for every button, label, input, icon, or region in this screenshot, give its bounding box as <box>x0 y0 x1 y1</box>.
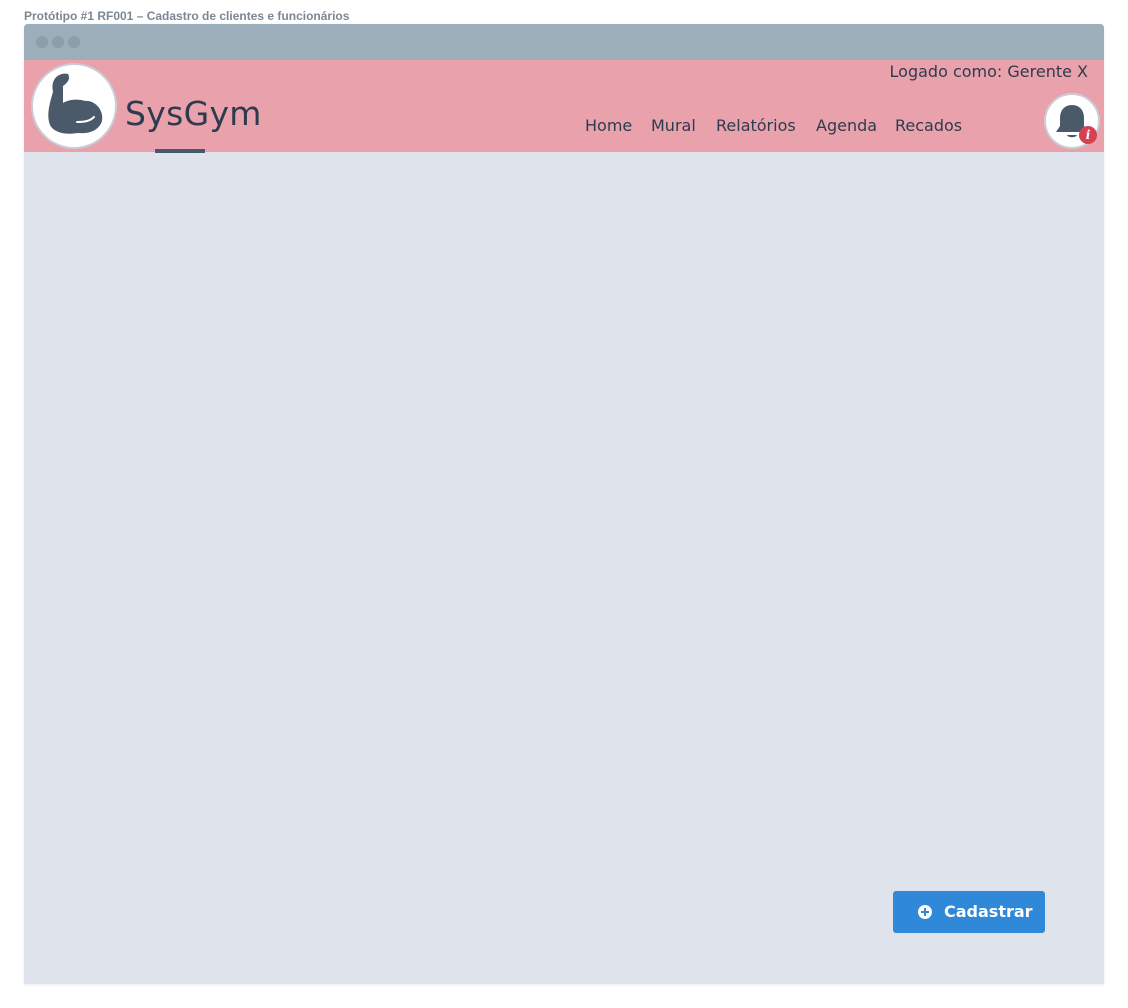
window-dot-1[interactable] <box>36 36 48 48</box>
app-header: SysGym Logado como: Gerente X Home Mural… <box>24 60 1104 153</box>
logged-user: Logado como: Gerente X <box>889 62 1088 81</box>
nav-agenda[interactable]: Agenda <box>816 116 877 135</box>
flexed-bicep-icon <box>48 73 103 134</box>
window-dot-3[interactable] <box>68 36 80 48</box>
nav-recados[interactable]: Recados <box>895 116 962 135</box>
notification-badge: i <box>1079 126 1097 144</box>
nav-relatorios[interactable]: Relatórios <box>716 116 796 135</box>
browser-window: SysGym Logado como: Gerente X Home Mural… <box>24 24 1104 984</box>
logo[interactable] <box>31 63 117 149</box>
cadastrar-label: Cadastrar <box>944 902 1033 921</box>
nav-home[interactable]: Home <box>585 116 632 135</box>
brand-name[interactable]: SysGym <box>125 94 262 133</box>
plus-circle-icon <box>918 905 932 919</box>
prototype-caption: Protótipo #1 RF001 – Cadastro de cliente… <box>24 9 350 23</box>
nav-mural[interactable]: Mural <box>651 116 696 135</box>
window-dot-2[interactable] <box>52 36 64 48</box>
cadastrar-button[interactable]: Cadastrar <box>893 891 1045 933</box>
window-titlebar <box>24 24 1104 60</box>
active-nav-indicator <box>155 149 205 153</box>
